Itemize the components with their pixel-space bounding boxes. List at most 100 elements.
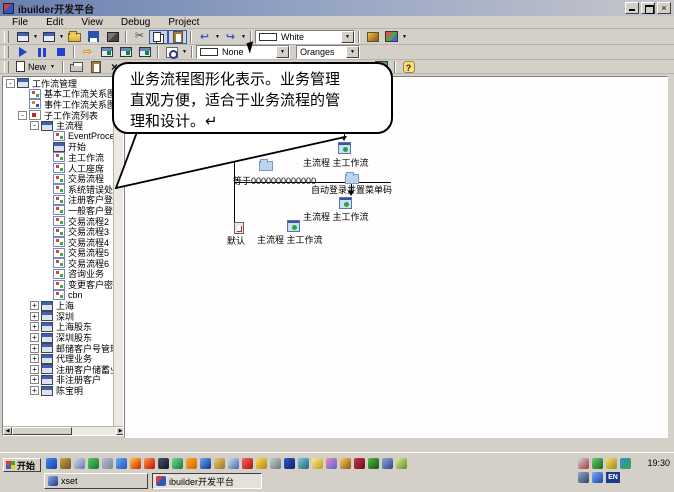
- paint-icon[interactable]: [326, 458, 337, 469]
- info-icon[interactable]: [284, 458, 295, 469]
- fi-workflow-icon[interactable]: [339, 197, 352, 209]
- flow-node-label[interactable]: 主流程 主工作流: [257, 233, 323, 246]
- search-icon[interactable]: [382, 458, 393, 469]
- realplayer-icon[interactable]: [144, 458, 155, 469]
- help-circle-icon[interactable]: [200, 458, 211, 469]
- fi-workflow-icon[interactable]: [287, 220, 300, 232]
- run-icon[interactable]: [13, 45, 32, 59]
- start-button[interactable]: 开始: [3, 458, 41, 472]
- restore-button-icon[interactable]: [641, 2, 655, 14]
- tree-expander-icon[interactable]: +: [30, 365, 39, 374]
- display-tray-icon[interactable]: [578, 472, 589, 483]
- tree-item-主流程[interactable]: -主流程: [3, 120, 113, 131]
- task-button-xset[interactable]: xset: [44, 473, 148, 489]
- tree-item-陈宝明[interactable]: +陈宝明: [3, 385, 113, 396]
- tree-expander-icon[interactable]: +: [30, 375, 39, 384]
- flow-node-label[interactable]: 默认: [227, 234, 245, 247]
- green-monitor-icon[interactable]: [172, 458, 183, 469]
- network-icon[interactable]: [578, 458, 589, 469]
- paste-page-icon[interactable]: [86, 60, 105, 74]
- new-form-dropdown-icon[interactable]: ▼: [32, 34, 39, 40]
- castle-icon[interactable]: [214, 458, 225, 469]
- task-button-ibuilder[interactable]: ibuilder开发平台: [152, 473, 262, 489]
- flow-node-label[interactable]: 自动登录并置菜单码: [311, 183, 392, 196]
- redo-icon[interactable]: ↪: [221, 30, 240, 44]
- flow-node-label[interactable]: 主流程 主工作流: [303, 210, 369, 223]
- tree-item-cbn[interactable]: cbn: [3, 290, 113, 301]
- redo-dropdown-icon[interactable]: ▼: [240, 34, 247, 40]
- menu-item-project[interactable]: Project: [168, 17, 199, 28]
- input-method-icon[interactable]: [592, 472, 603, 483]
- step-over-icon[interactable]: [116, 45, 135, 59]
- tree-expander-icon[interactable]: +: [30, 333, 39, 342]
- help-icon[interactable]: ?: [399, 60, 418, 74]
- scroll-right-icon[interactable]: ▶: [116, 427, 124, 435]
- undo-icon[interactable]: ↩: [195, 30, 214, 44]
- fi-folder-icon[interactable]: [259, 161, 273, 171]
- tree-expander-icon[interactable]: -: [6, 79, 15, 88]
- menu-item-edit[interactable]: Edit: [46, 17, 63, 28]
- paste-icon[interactable]: [168, 30, 187, 44]
- dialer-icon[interactable]: [270, 458, 281, 469]
- browser-globe-icon[interactable]: [116, 458, 127, 469]
- copy-icon[interactable]: [149, 30, 168, 44]
- fi-workflow-icon[interactable]: [338, 142, 351, 154]
- step-into-icon[interactable]: [97, 45, 116, 59]
- cut-icon[interactable]: ✂: [130, 30, 149, 44]
- line-color-combo[interactable]: None ▼: [196, 45, 290, 59]
- save-icon[interactable]: [84, 30, 103, 44]
- line-color-dropdown-icon[interactable]: ▼: [276, 46, 289, 58]
- print-icon[interactable]: [67, 60, 86, 74]
- step-icon[interactable]: ⇨: [78, 45, 97, 59]
- tree-expander-icon[interactable]: +: [30, 354, 39, 363]
- clock-icon[interactable]: [256, 458, 267, 469]
- tree-expander-icon[interactable]: +: [30, 386, 39, 395]
- menu-item-view[interactable]: View: [81, 17, 103, 28]
- qq-penguin-icon[interactable]: [158, 458, 169, 469]
- tree-expander-icon[interactable]: +: [30, 344, 39, 353]
- globe-icon[interactable]: [228, 458, 239, 469]
- step-out-icon[interactable]: [135, 45, 154, 59]
- flashget-icon[interactable]: [186, 458, 197, 469]
- brush-icon[interactable]: [363, 30, 382, 44]
- flow-node-label[interactable]: 主流程 主工作流: [303, 156, 369, 169]
- tree-expander-icon[interactable]: +: [30, 312, 39, 321]
- winamp-icon[interactable]: [130, 458, 141, 469]
- tree-item-变更客户密码[interactable]: 变更客户密码: [3, 279, 113, 290]
- color-scheme-combo[interactable]: Oranges ▼: [296, 45, 360, 59]
- menu-item-file[interactable]: File: [12, 17, 28, 28]
- minimize-button-icon[interactable]: [625, 2, 639, 14]
- new-dropdown-icon[interactable]: ▼: [49, 64, 56, 70]
- pause-icon[interactable]: [32, 45, 51, 59]
- tree-expander-icon[interactable]: +: [30, 301, 39, 310]
- update-icon[interactable]: [340, 458, 351, 469]
- flow-node-label[interactable]: 等于0000000000000: [233, 174, 316, 187]
- menu-item-debug[interactable]: Debug: [121, 17, 150, 28]
- color-scheme-dropdown-icon[interactable]: ▼: [346, 46, 359, 58]
- netscape-icon[interactable]: [60, 458, 71, 469]
- scrollbar-thumb[interactable]: [12, 427, 72, 435]
- preview-dropdown-icon[interactable]: ▼: [181, 49, 188, 55]
- mail-icon[interactable]: [74, 458, 85, 469]
- image-icon[interactable]: [382, 30, 401, 44]
- netmeeting-icon[interactable]: [620, 458, 631, 469]
- games-icon[interactable]: [368, 458, 379, 469]
- stop-icon[interactable]: [51, 45, 70, 59]
- image-dropdown-icon[interactable]: ▼: [401, 34, 408, 40]
- language-indicator[interactable]: EN: [606, 472, 620, 483]
- undo-dropdown-icon[interactable]: ▼: [214, 34, 221, 40]
- add-form-dropdown-icon[interactable]: ▼: [58, 34, 65, 40]
- fi-clipboard-icon[interactable]: [234, 222, 244, 234]
- close-button-icon[interactable]: ×: [657, 2, 671, 14]
- tree-expander-icon[interactable]: +: [30, 322, 39, 331]
- quicktime-icon[interactable]: [354, 458, 365, 469]
- image-viewer-icon[interactable]: [396, 458, 407, 469]
- new-form-icon[interactable]: [13, 30, 32, 44]
- tree-expander-icon[interactable]: -: [18, 111, 27, 120]
- media-player-icon[interactable]: [88, 458, 99, 469]
- build-icon[interactable]: [103, 30, 122, 44]
- new-button[interactable]: New ▼: [13, 60, 59, 74]
- tree-item-EventProcess[interactable]: EventProcess: [3, 131, 113, 142]
- tree-expander-icon[interactable]: -: [30, 121, 39, 130]
- fill-color-dropdown-icon[interactable]: ▼: [341, 31, 354, 43]
